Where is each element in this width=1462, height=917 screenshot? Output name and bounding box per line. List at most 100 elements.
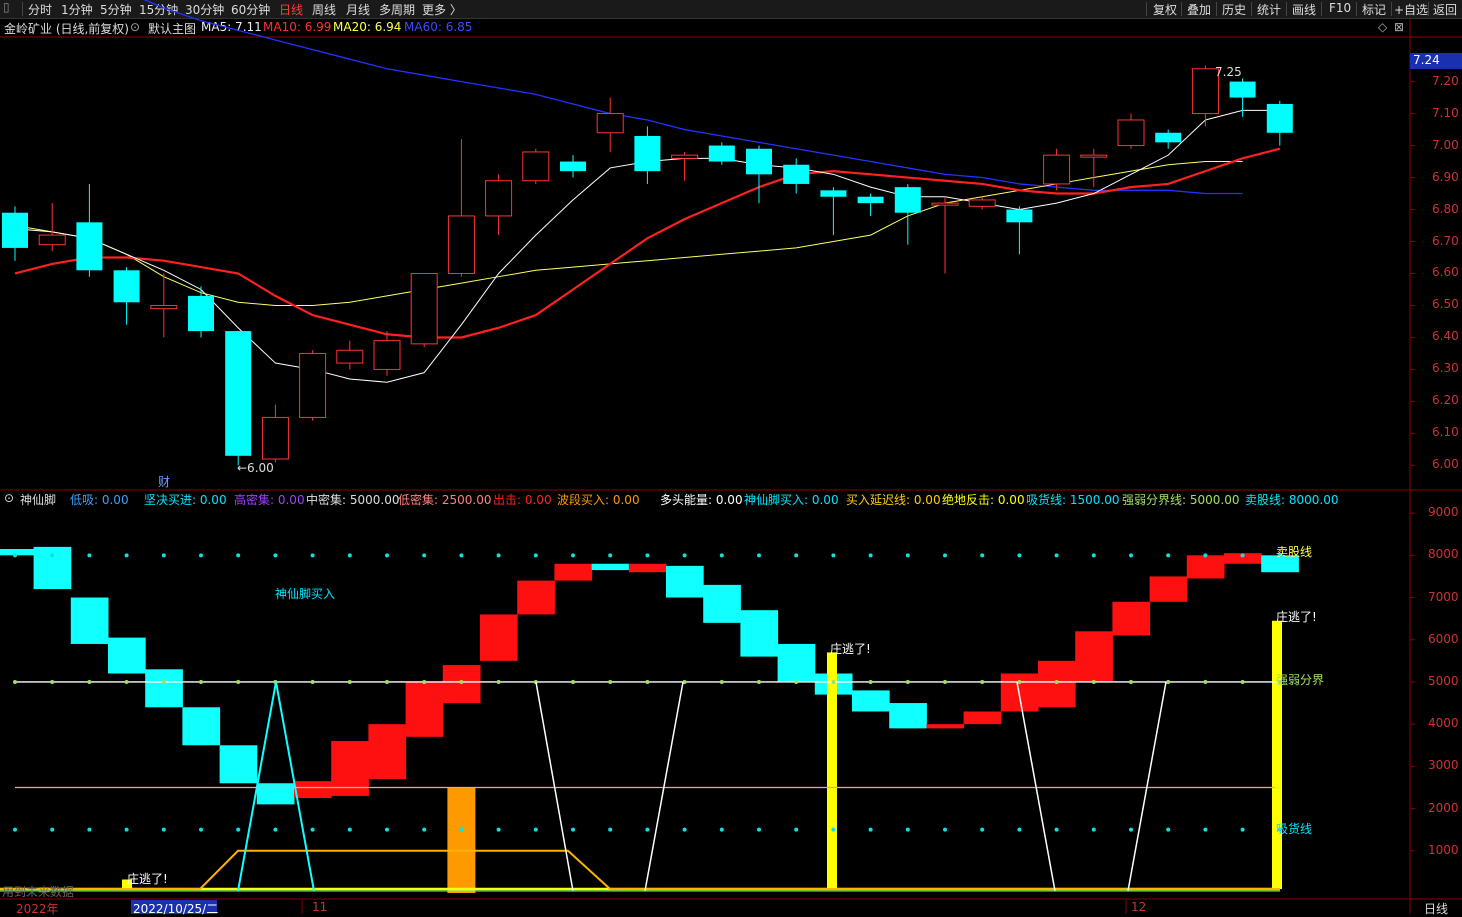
candle-body [299,352,327,418]
indicator-block [889,703,927,729]
level-dot [980,553,985,558]
future-data-warning: 用到未来数据 [2,885,75,899]
price-tick-label: 6.60 [1432,265,1459,280]
level-dot [905,553,910,558]
indicator-block [777,643,816,682]
strong-weak-dot [161,679,166,684]
level-dot [943,553,947,558]
indicator-block [145,669,183,708]
level-dot [1129,827,1133,832]
level-dot [273,553,278,558]
strong-weak-dot [943,679,947,684]
indicator-block [1112,601,1151,636]
level-dot [645,827,650,832]
level-dot [459,827,464,832]
level-dot [831,553,836,558]
candle-body [150,304,178,310]
level-dot [496,553,501,558]
strong-weak-dot [459,679,464,684]
strong-weak-dot [980,679,985,684]
level-dot [719,553,724,558]
strong-weak-dot [608,679,613,684]
price-tick-label: 7.00 [1432,137,1459,152]
indicator-menu-icon[interactable]: ⊙ [4,491,14,505]
indicator-value: 吸货线: 1500.00 [1026,493,1120,507]
level-dot [757,553,761,558]
price-tick-label: 6.50 [1432,297,1459,312]
level-dot [347,827,352,832]
level-dot [236,827,241,832]
price-tick-label: 6.20 [1432,393,1459,408]
level-dot [236,553,241,558]
level-dot [496,827,501,832]
indicator-block [219,745,258,784]
strong-weak-dot [1240,679,1245,684]
strong-weak-dot [310,679,315,684]
wave-buy-bar [447,787,476,893]
indicator-tick-label: 3000 [1428,758,1459,773]
indicator-block [554,563,593,581]
indicator-value: 坚决买进: 0.00 [144,493,227,507]
indicator-block [256,783,295,805]
strong-weak-dot [496,679,501,684]
price-tick-label: 6.10 [1432,425,1459,440]
period-indicator[interactable]: 日线 [1424,900,1448,917]
level-dot [199,553,203,558]
indicator-tick-label: 1000 [1428,842,1459,857]
level-dot [87,827,92,832]
indicator-block [1186,555,1225,579]
candle-body [485,180,513,217]
level-dot [1166,827,1171,832]
level-dot [980,827,985,832]
price-tick-label: 7.10 [1432,105,1459,120]
indicator-tick-label: 2000 [1428,800,1459,815]
strong-weak-dot [1054,679,1059,684]
strong-weak-dot [831,679,836,684]
candle-body [410,272,438,345]
finance-marker[interactable]: 财 [158,473,170,490]
candle-body [225,331,252,456]
strong-weak-dot [645,679,650,684]
strong-weak-dot [905,679,910,684]
candle-body [634,135,661,172]
candle-body [261,416,289,460]
sxj-buy-label: 神仙脚买入 [275,587,336,601]
indicator-value: 波段买入: 0.00 [557,493,640,507]
indicator-block [1075,631,1113,682]
zhuang-escape-label: 庄逃了! [830,642,871,656]
level-dot [1166,553,1171,558]
zhuang-escape-label: 庄逃了! [127,872,168,886]
level-dot [794,553,799,558]
strong-weak-label: 强弱分界 [1276,673,1325,687]
indicator-value: 多头能量: 0.00 [660,493,743,507]
level-dot [459,553,464,558]
indicator-value: 买入延迟线: 0.00 [846,493,941,507]
indicator-name[interactable]: 神仙脚 [20,491,56,508]
indicator-block [963,711,1002,725]
indicator-block [294,781,332,799]
strong-weak-dot [124,679,129,684]
date-month: 11 [312,900,328,914]
candle-body [1043,154,1071,185]
strong-weak-dot [199,679,203,684]
level-dot [124,827,129,832]
price-tick-label: 6.90 [1432,169,1459,184]
candle-body [931,202,959,206]
indicator-tick-label: 5000 [1428,673,1459,688]
level-dot [1091,827,1096,832]
jdfj-bar [1272,620,1282,889]
indicator-block [0,548,35,556]
candle-body [1080,154,1108,158]
indicator-block [108,637,146,674]
level-dot [199,827,203,832]
level-dot [273,827,278,832]
candle-body [447,215,475,274]
date-selected: 2022/10/25/二 [133,902,219,916]
level-dot [1203,827,1208,832]
indicator-value: 神仙脚买入: 0.00 [744,493,839,507]
level-dot [422,553,427,558]
candle-body [1266,103,1293,133]
level-dot [1203,553,1208,558]
level-dot [571,827,575,832]
level-dot [868,553,873,558]
